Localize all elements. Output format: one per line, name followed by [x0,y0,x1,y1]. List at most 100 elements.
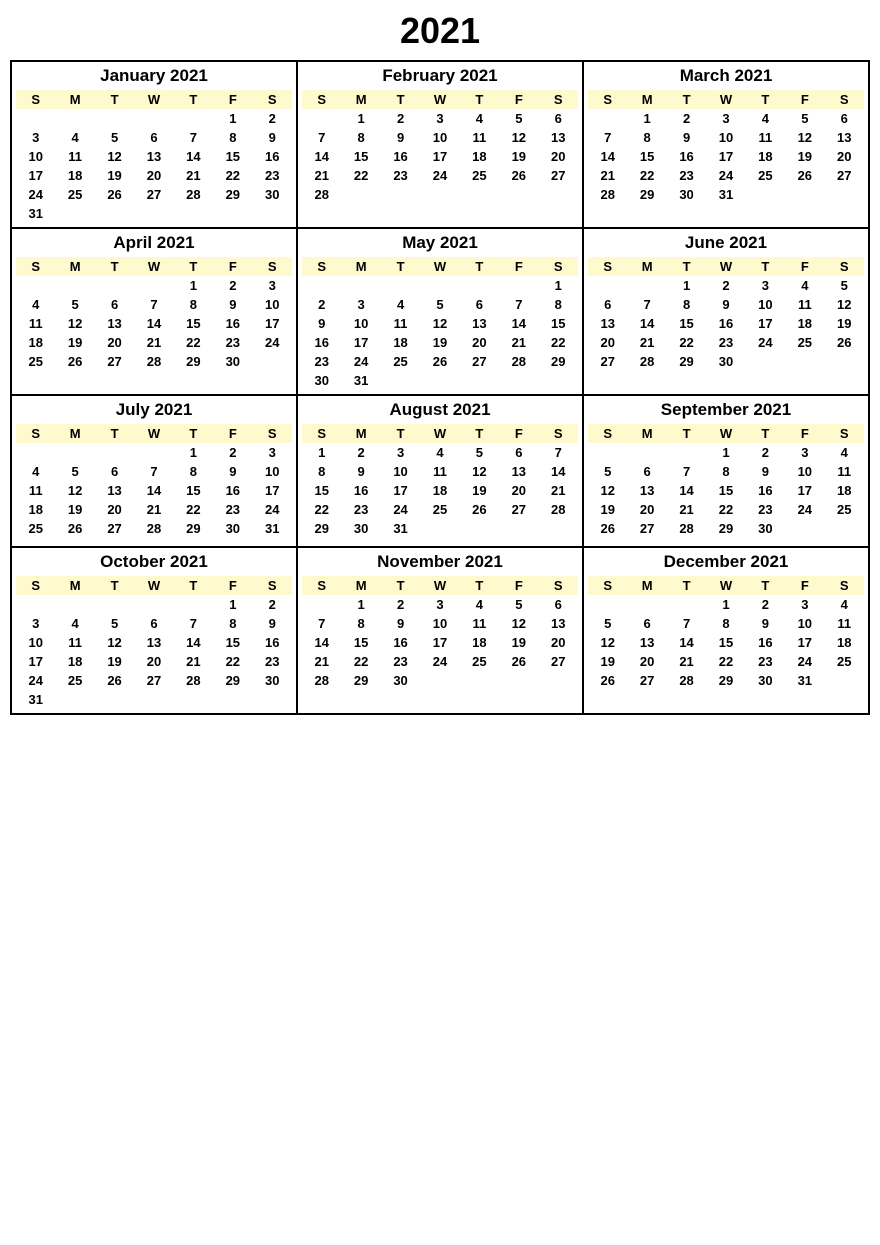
day-header: T [95,576,134,595]
day-header: F [499,576,538,595]
day-cell: 26 [785,166,824,185]
day-cell [499,185,538,204]
day-cell: 3 [785,443,824,462]
day-cell: 29 [706,519,745,538]
day-header: T [460,90,499,109]
day-cell: 2 [253,109,292,128]
day-cell: 30 [381,671,420,690]
day-cell: 21 [302,166,341,185]
day-cell: 6 [539,595,578,614]
day-header: T [746,424,785,443]
day-cell: 19 [825,314,864,333]
day-header: T [381,424,420,443]
day-cell [174,595,213,614]
day-header: S [539,90,578,109]
day-cell [420,538,459,542]
day-cell: 16 [746,481,785,500]
day-cell: 15 [706,481,745,500]
day-cell: 24 [253,500,292,519]
day-cell: 21 [174,166,213,185]
day-cell: 18 [825,481,864,500]
day-cell: 20 [825,147,864,166]
day-cell [746,690,785,694]
day-cell [55,690,94,709]
day-cell [588,204,627,208]
day-cell: 1 [667,276,706,295]
day-cell: 23 [381,652,420,671]
day-cell: 27 [539,652,578,671]
day-header: T [95,90,134,109]
day-header: W [706,576,745,595]
day-cell [302,276,341,295]
day-cell [134,371,173,375]
day-cell: 6 [539,109,578,128]
day-cell [16,538,55,542]
day-cell [746,371,785,375]
day-cell: 5 [499,595,538,614]
day-cell: 22 [174,500,213,519]
day-cell: 12 [95,633,134,652]
day-cell: 23 [667,166,706,185]
day-cell [460,519,499,538]
day-cell [213,690,252,709]
day-cell: 23 [381,166,420,185]
day-cell [746,185,785,204]
day-cell: 30 [706,352,745,371]
day-cell: 15 [302,481,341,500]
day-cell: 29 [341,671,380,690]
day-header: M [341,90,380,109]
day-cell: 7 [134,295,173,314]
day-cell: 2 [302,295,341,314]
day-cell: 25 [460,652,499,671]
month-table: SMTWTFS123456789101112131415161718192021… [588,576,864,694]
day-cell [627,276,666,295]
day-cell: 17 [420,147,459,166]
day-cell [627,204,666,208]
day-cell: 7 [588,128,627,147]
day-cell: 31 [16,204,55,223]
month-table: SMTWTFS123456789101112131415161718192021… [302,257,578,390]
day-cell: 3 [341,295,380,314]
day-cell [499,538,538,542]
day-cell: 9 [253,128,292,147]
day-cell: 19 [420,333,459,352]
day-cell [539,671,578,690]
day-cell: 8 [213,128,252,147]
day-cell [55,443,94,462]
day-cell [499,371,538,390]
day-cell: 6 [825,109,864,128]
day-header: F [785,576,824,595]
day-header: F [499,424,538,443]
day-cell [95,204,134,223]
day-cell: 21 [539,481,578,500]
month-title: May 2021 [302,233,578,253]
month-block: November 2021SMTWTFS12345678910111213141… [298,548,584,715]
day-cell: 15 [174,481,213,500]
day-cell: 19 [55,500,94,519]
day-cell: 31 [253,519,292,538]
day-cell: 23 [746,652,785,671]
day-header: F [785,257,824,276]
day-cell: 14 [302,147,341,166]
day-cell: 28 [134,352,173,371]
day-cell: 9 [213,295,252,314]
day-cell [825,519,864,538]
month-block: August 2021SMTWTFS1234567891011121314151… [298,396,584,548]
day-cell [381,690,420,694]
day-header: S [825,90,864,109]
day-cell: 6 [95,462,134,481]
day-cell: 11 [55,147,94,166]
day-header: S [825,576,864,595]
day-header: M [627,424,666,443]
day-cell: 30 [253,671,292,690]
day-cell [785,371,824,375]
day-cell [16,109,55,128]
day-cell: 7 [174,128,213,147]
day-cell: 11 [381,314,420,333]
day-cell [627,538,666,542]
day-cell: 25 [460,166,499,185]
day-cell [134,109,173,128]
day-cell [253,352,292,371]
day-cell: 8 [627,128,666,147]
day-cell: 30 [213,519,252,538]
